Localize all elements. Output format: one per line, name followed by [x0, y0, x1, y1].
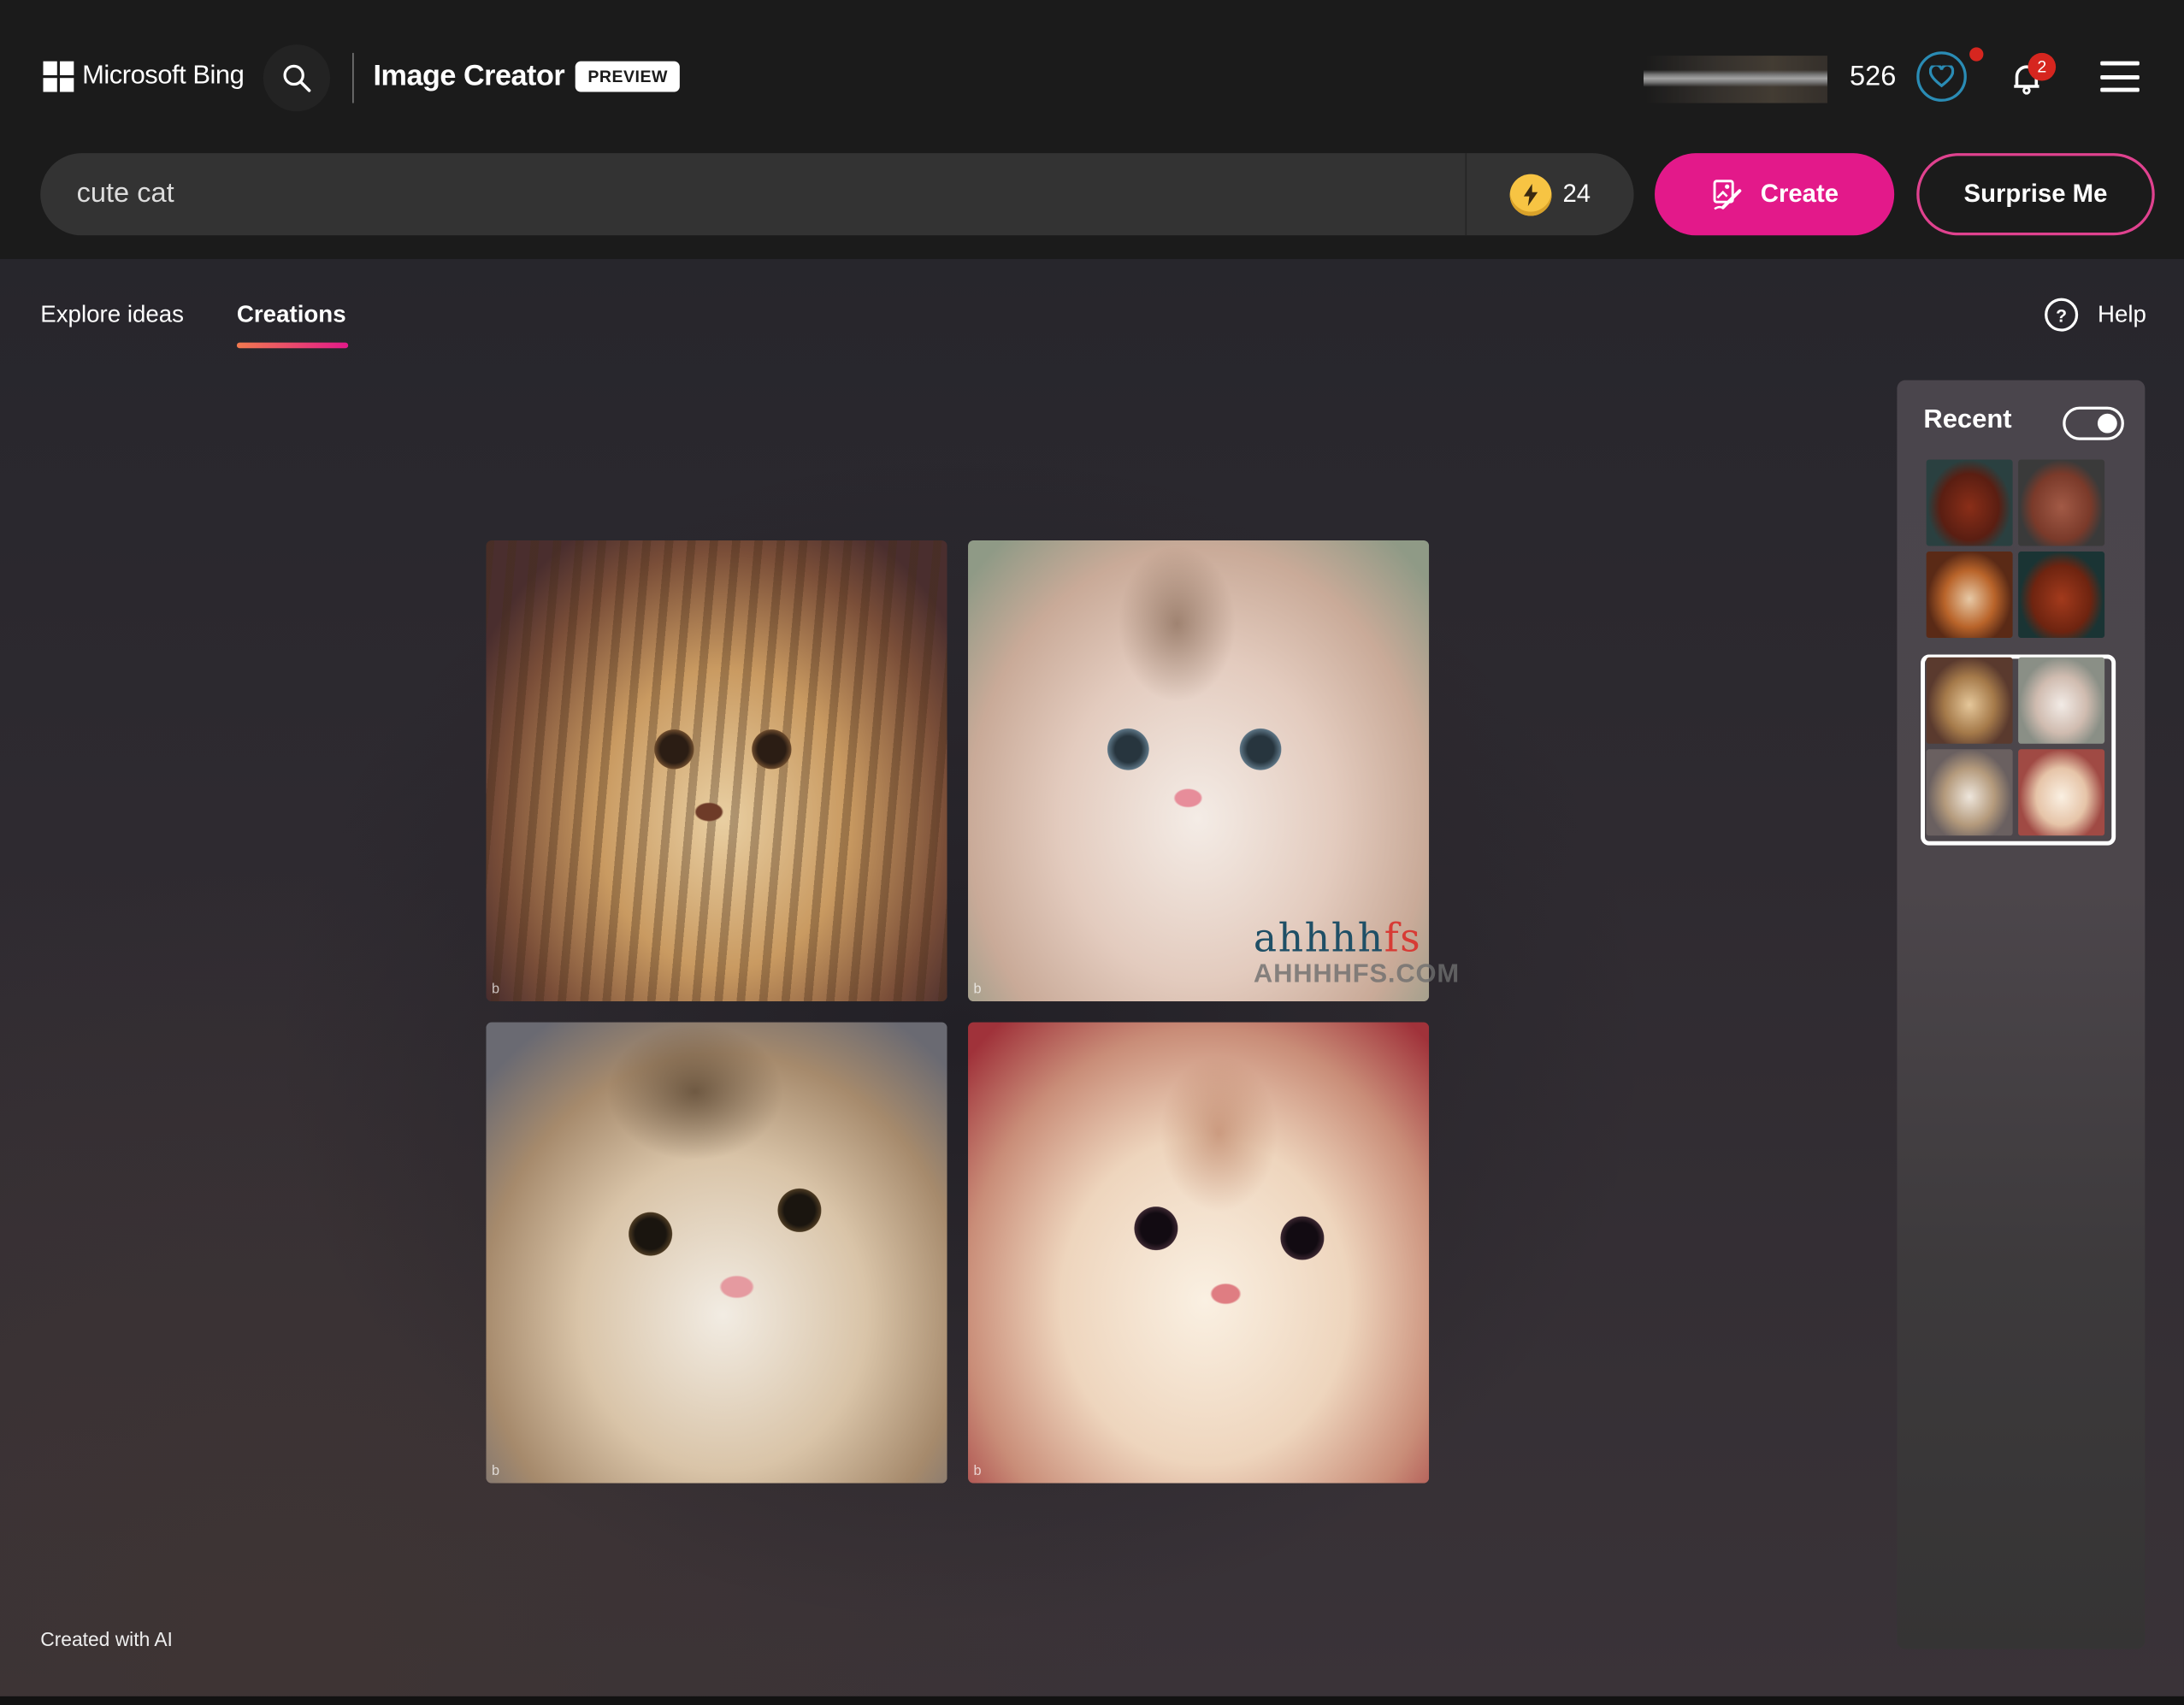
- boosts-counter[interactable]: 24: [1467, 173, 1633, 215]
- result-image-3[interactable]: b: [486, 1022, 947, 1484]
- preview-badge: PREVIEW: [575, 61, 681, 92]
- surprise-me-label: Surprise Me: [1963, 180, 2108, 208]
- header-divider: [352, 52, 354, 103]
- boosts-count: 24: [1562, 180, 1591, 208]
- recent-set-cute-cat[interactable]: [1926, 657, 2105, 836]
- rewards-points[interactable]: 526: [1850, 62, 1896, 93]
- create-button[interactable]: Create: [1655, 153, 1895, 236]
- recent-toggle[interactable]: [2063, 406, 2124, 440]
- surprise-me-button[interactable]: Surprise Me: [1916, 153, 2155, 236]
- recent-thumb: [1926, 749, 2013, 836]
- question-circle-icon: ?: [2045, 298, 2079, 332]
- windows-logo-icon: [43, 61, 74, 92]
- toggle-knob: [2097, 413, 2117, 434]
- tab-creations[interactable]: Creations: [237, 301, 346, 329]
- active-tab-indicator: [236, 342, 349, 349]
- recent-set-dogs[interactable]: [1926, 459, 2105, 638]
- recent-thumb: [1926, 459, 2013, 546]
- recent-thumb: [2018, 552, 2105, 638]
- recent-title: Recent: [1923, 404, 2012, 435]
- result-image-2[interactable]: b: [968, 540, 1430, 1002]
- recent-thumb: [1926, 657, 2013, 744]
- bing-mark-icon: b: [491, 1463, 500, 1479]
- rewards-alert-dot: [1969, 47, 1984, 62]
- brand-name: Microsoft Bing: [82, 61, 245, 91]
- result-image-4[interactable]: b: [968, 1022, 1430, 1484]
- bing-mark-icon: b: [973, 1463, 982, 1479]
- lightning-coin-icon: [1509, 173, 1552, 215]
- app-title[interactable]: Image Creator: [374, 60, 565, 93]
- recent-thumb: [2018, 657, 2105, 744]
- notification-count-badge: 2: [2028, 52, 2057, 81]
- image-brush-icon: [1713, 179, 1742, 209]
- bing-logo-link[interactable]: Microsoft Bing: [43, 61, 245, 92]
- help-label: Help: [2097, 300, 2146, 327]
- rewards-button[interactable]: [1916, 51, 1967, 102]
- search-button[interactable]: [263, 44, 331, 112]
- hamburger-menu-icon[interactable]: [2100, 61, 2140, 92]
- page: Microsoft Bing Image Creator PREVIEW 526…: [0, 0, 2184, 1705]
- recent-panel: Recent: [1897, 380, 2146, 1649]
- tab-explore-ideas[interactable]: Explore ideas: [40, 301, 184, 329]
- recent-thumb: [2018, 459, 2105, 546]
- created-with-ai-note: Created with AI: [40, 1628, 173, 1651]
- prompt-input[interactable]: [40, 151, 1466, 237]
- help-link[interactable]: ? Help: [2045, 298, 2146, 332]
- heart-rewards-icon: [1928, 65, 1955, 88]
- search-icon: [283, 64, 311, 92]
- prompt-bar: 24: [40, 151, 1634, 237]
- account-name-blurred[interactable]: [1643, 56, 1827, 103]
- result-image-1[interactable]: b: [486, 540, 947, 1002]
- top-header: Microsoft Bing Image Creator PREVIEW 526…: [0, 0, 2184, 259]
- bing-mark-icon: b: [973, 982, 982, 998]
- bing-mark-icon: b: [491, 982, 500, 998]
- recent-thumb: [1926, 552, 2013, 638]
- recent-thumb: [2018, 749, 2105, 836]
- image-results-grid: b b b b: [486, 540, 1430, 1484]
- bottom-edge: [0, 1696, 2184, 1705]
- create-label: Create: [1760, 180, 1839, 208]
